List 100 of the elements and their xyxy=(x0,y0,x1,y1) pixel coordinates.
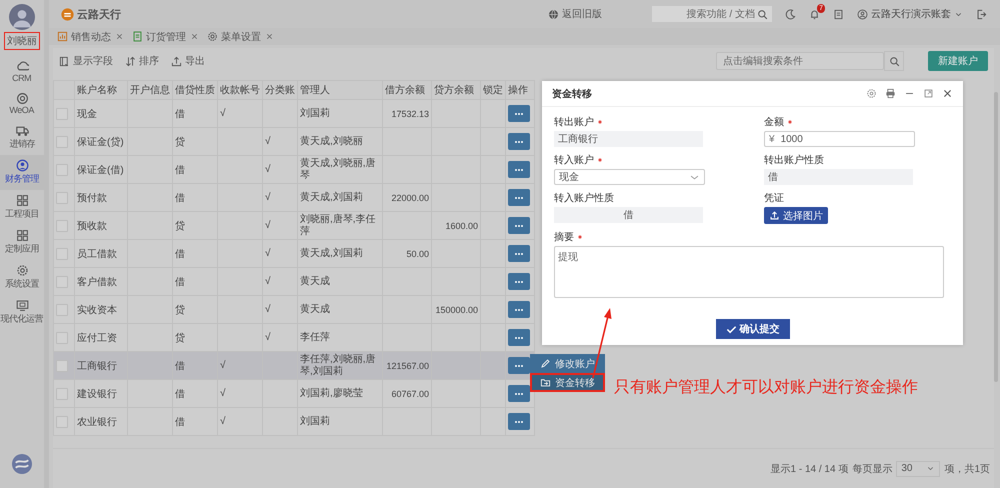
readonly-field: 借 xyxy=(764,169,913,185)
nav-item[interactable]: 现代化运营 xyxy=(0,295,44,330)
field-label: 凭证 xyxy=(764,192,784,205)
table-cell: 黄天成,刘晓丽 xyxy=(298,128,382,156)
avatar[interactable] xyxy=(9,4,35,30)
settings-icon[interactable] xyxy=(866,88,877,99)
toolbar-button[interactable]: 排序 xyxy=(125,54,159,68)
more-button[interactable] xyxy=(508,413,530,430)
pencil-icon xyxy=(540,358,551,369)
grid-icon xyxy=(16,194,28,207)
table-cell: √ xyxy=(262,296,298,324)
table-cell: 借 xyxy=(172,408,218,436)
more-button[interactable] xyxy=(508,245,530,262)
logo-icon[interactable] xyxy=(12,454,32,474)
table-cell: 实收资本 xyxy=(74,296,128,324)
nav-item[interactable]: 工程项目 xyxy=(0,190,44,225)
close-icon[interactable] xyxy=(115,32,124,41)
check-icon xyxy=(726,324,736,334)
toolbar-button[interactable]: 显示字段 xyxy=(59,54,113,68)
more-button[interactable] xyxy=(508,329,530,346)
account-select[interactable]: 现金 xyxy=(554,169,705,185)
table-cell: √ xyxy=(262,324,298,352)
table-cell: 刘国莉 xyxy=(298,408,382,436)
more-button[interactable] xyxy=(508,189,530,206)
table-cell: 黄天成,刘晓丽,唐琴 xyxy=(298,156,382,184)
column-header[interactable]: 管理人 xyxy=(298,80,382,100)
grid-icon xyxy=(16,229,28,242)
new-account-button[interactable]: 新建账户 xyxy=(928,51,988,71)
menu-item[interactable]: 修改账户 xyxy=(530,354,605,373)
table-cell: 建设银行 xyxy=(74,380,128,408)
field-label: 转出账户 xyxy=(554,116,594,129)
close-icon[interactable] xyxy=(942,88,953,99)
moon-icon[interactable] xyxy=(785,8,796,20)
more-button[interactable] xyxy=(508,105,530,122)
table-cell: 保证金(贷) xyxy=(74,128,128,156)
annotation-text: 只有账户管理人才可以对账户进行资金操作 xyxy=(614,378,918,398)
sort-icon xyxy=(125,56,136,66)
upload-icon xyxy=(171,56,182,66)
table-cell: 李任萍,刘晓丽,唐琴,刘国莉 xyxy=(298,352,382,380)
table-cell: 借 xyxy=(172,184,218,212)
table-cell: 刘国莉,廖晓莹 xyxy=(298,380,382,408)
upload-button[interactable]: 选择图片 xyxy=(764,207,828,224)
table-cell: √ xyxy=(262,212,298,240)
amount-field[interactable]: ¥ 1000 xyxy=(764,131,915,147)
more-button[interactable] xyxy=(508,385,530,402)
nav-item[interactable]: 定制应用 xyxy=(0,225,44,260)
more-button[interactable] xyxy=(508,273,530,290)
table-cell: 贷 xyxy=(172,296,218,324)
globe-icon xyxy=(548,8,559,20)
field-label: 金额 xyxy=(764,116,784,129)
more-button[interactable] xyxy=(508,217,530,234)
table-cell: √ xyxy=(262,156,298,184)
user-name[interactable]: 刘晓丽 xyxy=(4,32,40,50)
menu-item[interactable]: 资金转移 xyxy=(530,373,605,392)
more-button[interactable] xyxy=(508,133,530,150)
more-button[interactable] xyxy=(508,301,530,318)
nav-item[interactable]: 财务管理 xyxy=(0,155,44,190)
search-field[interactable]: 点击编辑搜索条件 xyxy=(716,52,884,70)
table-cell: √ xyxy=(218,100,262,128)
more-button[interactable] xyxy=(508,357,530,374)
toolbar-button[interactable]: 导出 xyxy=(171,54,205,68)
columns-icon xyxy=(59,56,70,66)
document-icon xyxy=(132,31,143,42)
table-cell: √ xyxy=(262,128,298,156)
close-icon[interactable] xyxy=(190,32,199,41)
more-button[interactable] xyxy=(508,161,530,178)
table-cell: 农业银行 xyxy=(74,408,128,436)
bell-icon[interactable] xyxy=(809,8,820,20)
nav-item[interactable]: CRM xyxy=(0,56,44,88)
summary-textarea[interactable]: 提现 xyxy=(554,246,944,298)
table-cell: 17532.13 xyxy=(382,100,432,128)
table-cell: 应付工资 xyxy=(74,324,128,352)
notepad-icon[interactable] xyxy=(833,8,844,20)
table-cell: 贷 xyxy=(172,324,218,352)
table-cell: 现金 xyxy=(74,100,128,128)
settings-icon xyxy=(16,264,28,277)
table-cell: 刘晓丽,唐琴,李任萍 xyxy=(298,212,382,240)
table-cell: 借 xyxy=(172,352,218,380)
table-cell: 黄天成,刘国莉 xyxy=(298,184,382,212)
account-menu[interactable]: 云路天行演示账套 xyxy=(857,7,963,21)
table-cell: 150000.00 xyxy=(432,296,480,324)
nav-item[interactable]: 系统设置 xyxy=(0,260,44,295)
tab[interactable]: 订货管理 xyxy=(132,30,186,44)
table-cell: 贷 xyxy=(172,128,218,156)
page-size-select[interactable]: 30 xyxy=(896,460,940,476)
table-cell: √ xyxy=(262,240,298,268)
close-icon[interactable] xyxy=(265,32,274,41)
tab[interactable]: 菜单设置 xyxy=(207,30,261,44)
search-button[interactable] xyxy=(884,51,904,71)
nav-item[interactable]: 进销存 xyxy=(0,120,44,155)
submit-button[interactable]: 确认提交 xyxy=(716,319,790,339)
tab[interactable]: 销售动态 xyxy=(57,30,111,44)
upload-icon xyxy=(769,210,780,221)
monitor-icon xyxy=(16,299,28,312)
logout-icon[interactable] xyxy=(976,8,987,20)
print-icon[interactable] xyxy=(885,88,896,99)
nav-item[interactable]: WeOA xyxy=(0,88,44,120)
maximize-icon[interactable] xyxy=(923,88,934,99)
old-version-link[interactable]: 返回旧版 xyxy=(548,7,602,21)
table-cell: 黄天成,刘国莉 xyxy=(298,240,382,268)
